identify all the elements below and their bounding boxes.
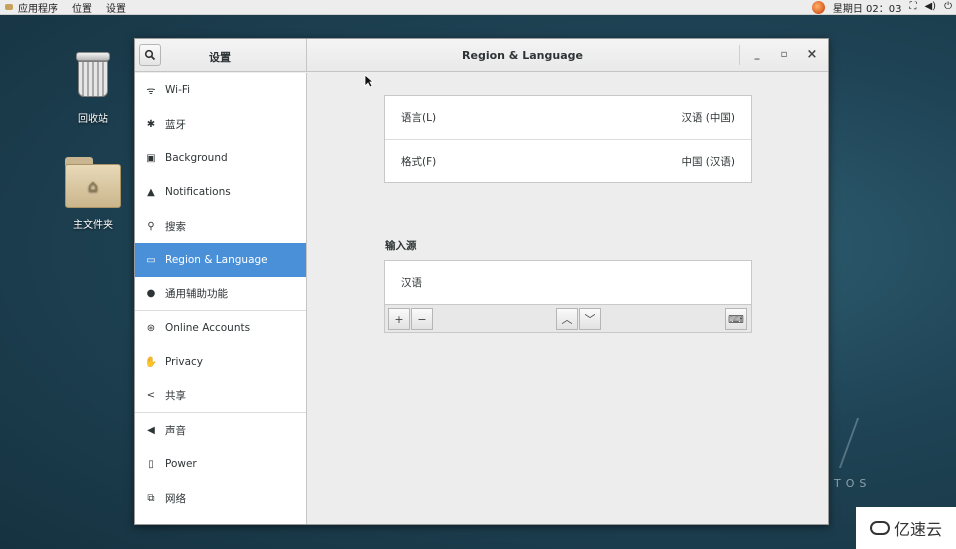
sidebar-item-sharing[interactable]: < 共享 xyxy=(135,379,306,413)
sidebar-item-accessibility[interactable]: ● 通用辅助功能 xyxy=(135,277,306,311)
settings-menu[interactable]: 设置 xyxy=(106,0,126,15)
top-panel: 应用程序 位置 设置 星期日 02：03 ⛶ ◀) ⏻ xyxy=(0,0,956,15)
region-language-panel: 语言(L) 汉语 (中国) 格式(F) 中国 (汉语) 输入源 汉语 + − ︿… xyxy=(307,73,828,524)
formats-label: 格式(F) xyxy=(401,155,437,168)
settings-window: 设置 Region & Language _ ▫ × ᯤ Wi-Fi ✱ 蓝牙 … xyxy=(134,38,829,525)
window-title: Region & Language xyxy=(462,49,583,62)
sidebar-item-label: Power xyxy=(165,458,197,470)
sidebar-header: 设置 xyxy=(135,39,307,72)
sidebar-item-label: 蓝牙 xyxy=(165,118,186,131)
volume-icon[interactable]: ◀) xyxy=(924,2,936,12)
move-down-button[interactable]: ﹀ xyxy=(579,308,601,330)
keyboard-layout-button[interactable]: ⌨ xyxy=(725,308,747,330)
language-formats-list: 语言(L) 汉语 (中国) 格式(F) 中国 (汉语) xyxy=(384,95,752,183)
online-accounts-icon: ⊛ xyxy=(146,322,156,334)
user-avatar-icon[interactable] xyxy=(811,0,825,14)
formats-row[interactable]: 格式(F) 中国 (汉语) xyxy=(385,139,751,182)
home-folder-icon: ⌂ xyxy=(63,154,123,210)
input-sources-list: 汉语 + − ︿ ﹀ ⌨ xyxy=(384,260,752,333)
sidebar-item-label: Wi-Fi xyxy=(165,84,191,96)
input-sources-heading: 输入源 xyxy=(385,240,417,252)
sidebar-title: 设置 xyxy=(209,51,231,64)
maximize-button[interactable]: ▫ xyxy=(776,47,792,63)
search-button[interactable] xyxy=(139,44,161,66)
sidebar-item-power[interactable]: ▯ Power xyxy=(135,447,306,481)
titlebar-separator xyxy=(739,45,740,65)
language-value: 汉语 (中国) xyxy=(681,112,735,124)
remove-input-source-button[interactable]: − xyxy=(411,308,433,330)
desktop-trash[interactable]: 回收站 xyxy=(58,52,128,125)
search-icon xyxy=(144,49,156,61)
sidebar-item-label: Privacy xyxy=(165,356,204,368)
chevron-down-icon: ﹀ xyxy=(584,313,596,326)
search-icon: ⚲ xyxy=(147,220,155,232)
sidebar-item-notifications[interactable]: ▲ Notifications xyxy=(135,175,306,209)
mouse-cursor-icon xyxy=(364,74,374,88)
accessibility-icon: ● xyxy=(146,288,156,299)
brand-watermark-text: 亿速云 xyxy=(893,520,942,539)
bluetooth-icon: ✱ xyxy=(146,118,156,130)
input-source-label: 汉语 xyxy=(401,277,422,289)
sidebar-item-label: 声音 xyxy=(165,424,186,437)
sidebar-item-label: 共享 xyxy=(165,390,186,402)
hand-icon: ✋ xyxy=(144,356,158,368)
sidebar-item-region-language[interactable]: ▭ Region & Language xyxy=(135,243,306,277)
sidebar-item-label: Notifications xyxy=(165,186,231,198)
sidebar-item-wifi[interactable]: ᯤ Wi-Fi xyxy=(135,73,306,107)
window-titlebar[interactable]: 设置 Region & Language _ ▫ × xyxy=(135,39,828,72)
move-up-button[interactable]: ︿ xyxy=(556,308,578,330)
network-status-icon[interactable]: ⛶ xyxy=(909,2,916,12)
brand-watermark: 亿速云 xyxy=(856,507,956,549)
network-icon: ⧉ xyxy=(147,492,155,504)
formats-value: 中国 (汉语) xyxy=(681,155,735,168)
sidebar-item-label: Region & Language xyxy=(165,254,268,266)
places-menu[interactable]: 位置 xyxy=(72,0,92,15)
trash-icon xyxy=(75,52,111,97)
keyboard-icon: ⌨ xyxy=(728,312,744,326)
desktop-home-folder[interactable]: ⌂ 主文件夹 xyxy=(58,154,128,231)
settings-sidebar: ᯤ Wi-Fi ✱ 蓝牙 ▣ Background ▲ Notification… xyxy=(135,73,307,524)
desktop-trash-label: 回收站 xyxy=(78,114,108,125)
applications-menu[interactable]: 应用程序 xyxy=(4,0,58,15)
sidebar-item-network[interactable]: ⧉ 网络 xyxy=(135,481,306,515)
clock[interactable]: 星期日 02：03 xyxy=(833,0,902,15)
display-icon: ▣ xyxy=(146,152,156,164)
input-source-row[interactable]: 汉语 xyxy=(385,261,751,304)
centos-text: TOS xyxy=(834,477,872,490)
minimize-button[interactable]: _ xyxy=(749,47,765,63)
sidebar-item-search[interactable]: ⚲ 搜索 xyxy=(135,209,306,243)
language-row[interactable]: 语言(L) 汉语 (中国) xyxy=(385,96,751,139)
sidebar-item-label: Background xyxy=(165,152,228,164)
sidebar-item-label: 通用辅助功能 xyxy=(165,288,228,300)
sidebar-item-label: 搜索 xyxy=(165,220,186,233)
desktop-home-label: 主文件夹 xyxy=(73,220,113,231)
language-label: 语言(L) xyxy=(401,112,437,124)
share-icon: < xyxy=(146,390,156,401)
chevron-up-icon: ︿ xyxy=(561,313,573,326)
sidebar-item-label: Online Accounts xyxy=(165,322,251,334)
sidebar-item-background[interactable]: ▣ Background xyxy=(135,141,306,175)
sidebar-item-bluetooth[interactable]: ✱ 蓝牙 xyxy=(135,107,306,141)
sidebar-item-privacy[interactable]: ✋ Privacy xyxy=(135,345,306,379)
input-sources-toolbar: + − ︿ ﹀ ⌨ xyxy=(385,304,751,332)
bell-icon: ▲ xyxy=(147,186,155,198)
applications-menu-label: 应用程序 xyxy=(18,3,58,15)
close-button[interactable]: × xyxy=(804,47,820,63)
applications-icon xyxy=(4,2,14,12)
add-input-source-button[interactable]: + xyxy=(388,308,410,330)
sidebar-item-sound[interactable]: ◀ 声音 xyxy=(135,413,306,447)
flag-icon: ▭ xyxy=(146,254,156,266)
cloud-logo-icon xyxy=(869,521,890,535)
power-icon[interactable]: ⏻ xyxy=(944,2,952,12)
wifi-icon: ᯤ xyxy=(146,86,156,97)
speaker-icon: ◀ xyxy=(147,424,155,436)
sidebar-item-label: 网络 xyxy=(165,492,186,505)
sidebar-item-online-accounts[interactable]: ⊛ Online Accounts xyxy=(135,311,306,345)
minus-icon: − xyxy=(417,312,427,326)
plus-icon: + xyxy=(394,312,404,326)
power-plug-icon: ▯ xyxy=(148,458,154,470)
